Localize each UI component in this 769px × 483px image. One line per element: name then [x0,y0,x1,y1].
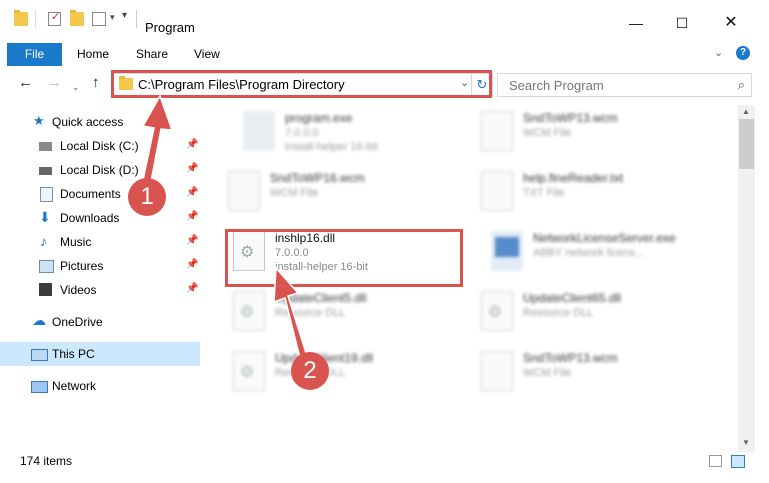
video-icon [39,283,52,296]
document-file-icon [228,171,260,211]
file-item[interactable]: SndToWP13.wcm WCM File [463,345,718,401]
details-view-icon[interactable] [709,455,722,467]
file-item[interactable]: UpdateClient5.dll Resource DLL [215,285,470,341]
customize-icon[interactable] [92,12,106,26]
nav-pictures[interactable]: Pictures 📌 [0,254,200,278]
pin-icon[interactable]: 📌 [186,163,198,174]
drive-icon [39,167,52,175]
file-item[interactable]: SndToWP16.wcm WCM File [210,165,465,221]
pin-icon[interactable]: 📌 [186,187,198,198]
document-file-icon [481,171,513,211]
nav-network[interactable]: Network [0,374,200,398]
cloud-icon: ☁ [32,312,46,328]
large-icons-view-icon[interactable] [731,455,745,468]
divider [136,10,137,28]
network-icon [31,381,48,393]
scroll-down-icon[interactable]: ▼ [742,438,750,447]
pin-icon[interactable]: 📌 [186,235,198,246]
properties-icon[interactable]: ✓ [48,11,61,26]
step-1-badge: 1 [128,178,166,216]
nav-videos[interactable]: Videos 📌 [0,278,200,302]
application-file-icon [491,231,523,271]
file-item[interactable]: SndToWP13.wcm WCM File [463,105,718,161]
search-input[interactable] [507,77,731,94]
close-button[interactable]: ✕ [708,8,754,38]
pin-icon[interactable]: 📌 [186,259,198,270]
window-title: Program [145,20,195,35]
file-item[interactable]: UpdateClient65.dll Resource DLL [463,285,718,341]
tab-view[interactable]: View [194,43,220,66]
nav-quick-access[interactable]: ★ Quick access [0,110,200,134]
divider [35,10,36,28]
file-item[interactable]: help.fineReader.txt TXT File [463,165,718,221]
minimize-button[interactable]: — [613,8,659,38]
music-icon: ♪ [40,233,47,249]
nav-documents[interactable]: Documents 📌 [0,182,200,206]
address-path[interactable]: C:\Program Files\Program Directory [138,77,345,92]
tab-share[interactable]: Share [136,43,168,66]
nav-music[interactable]: ♪ Music 📌 [0,230,200,254]
file-item[interactable]: UpdateClient19.dll Resource DLL [215,345,470,401]
recent-locations-icon[interactable]: ⌄ [72,78,80,96]
file-list: program.exe 7.0.0.0 install-helper 16-bi… [205,105,738,445]
navigation-pane: ★ Quick access Local Disk (C:) 📌 Local D… [0,105,205,445]
search-box[interactable]: ⌕ [497,73,752,97]
dll-file-icon [233,231,265,271]
ribbon-tabs: File Home Share View ⌄ ? [0,43,769,66]
address-row: ← → ⌄ ↑ C:\Program Files\Program Directo… [0,70,769,98]
folder-icon [119,76,133,90]
new-folder-icon[interactable] [70,10,84,26]
nav-downloads[interactable]: ⬇ Downloads 📌 [0,206,200,230]
chevron-down-icon[interactable]: ⌄ [460,76,469,89]
quick-access-dropdown-icon[interactable]: ▾ [122,10,127,21]
document-file-icon [481,111,513,151]
item-count: 174 items [20,454,73,468]
star-icon: ★ [33,113,45,128]
document-icon [40,187,53,202]
tab-home[interactable]: Home [77,43,109,66]
status-bar: 174 items [0,452,769,472]
nav-local-disk-c[interactable]: Local Disk (C:) 📌 [0,134,200,158]
document-file-icon [481,351,513,391]
computer-icon [31,349,48,361]
folder-icon [14,10,28,26]
picture-icon [39,260,54,273]
vertical-scrollbar[interactable]: ▲ ▼ [738,105,755,452]
scroll-up-icon[interactable]: ▲ [742,107,750,116]
up-button[interactable]: ↑ [92,74,100,92]
chevron-down-icon[interactable]: ▾ [110,12,115,23]
address-bar[interactable]: C:\Program Files\Program Directory ⌄ ↻ [113,73,493,97]
step-2-badge: 2 [291,352,329,390]
search-icon[interactable]: ⌕ [738,77,745,93]
ribbon-expand-icon[interactable]: ⌄ [714,46,723,59]
maximize-button[interactable]: ☐ [659,8,705,38]
dll-file-icon [481,291,513,331]
file-item[interactable]: program.exe 7.0.0.0 install-helper 16-bi… [225,105,480,161]
nav-onedrive[interactable]: ☁ OneDrive [0,310,200,334]
dll-file-icon [233,291,265,331]
pin-icon[interactable]: 📌 [186,139,198,150]
file-item-inshlp16-dll[interactable]: inshlp16.dll 7.0.0.0 install-helper 16-b… [215,225,470,281]
pin-icon[interactable]: 📌 [186,283,198,294]
dll-file-icon [233,351,265,391]
scroll-thumb[interactable] [739,119,754,169]
tab-file[interactable]: File [7,43,62,66]
help-icon[interactable]: ? [736,46,750,60]
refresh-icon[interactable]: ↻ [471,74,492,96]
nav-this-pc[interactable]: This PC [0,342,200,366]
file-item[interactable]: NetworkLicenseServer.exe ABBY network li… [473,225,728,281]
pin-icon[interactable]: 📌 [186,211,198,222]
download-icon: ⬇ [39,209,51,225]
back-button[interactable]: ← [18,74,33,92]
nav-local-disk-d[interactable]: Local Disk (D:) 📌 [0,158,200,182]
title-bar: ✓ ▾ ▾ Program — ☐ ✕ [0,0,769,40]
forward-button[interactable]: → [47,74,62,92]
drive-icon [39,142,52,151]
exe-file-icon [243,111,275,151]
